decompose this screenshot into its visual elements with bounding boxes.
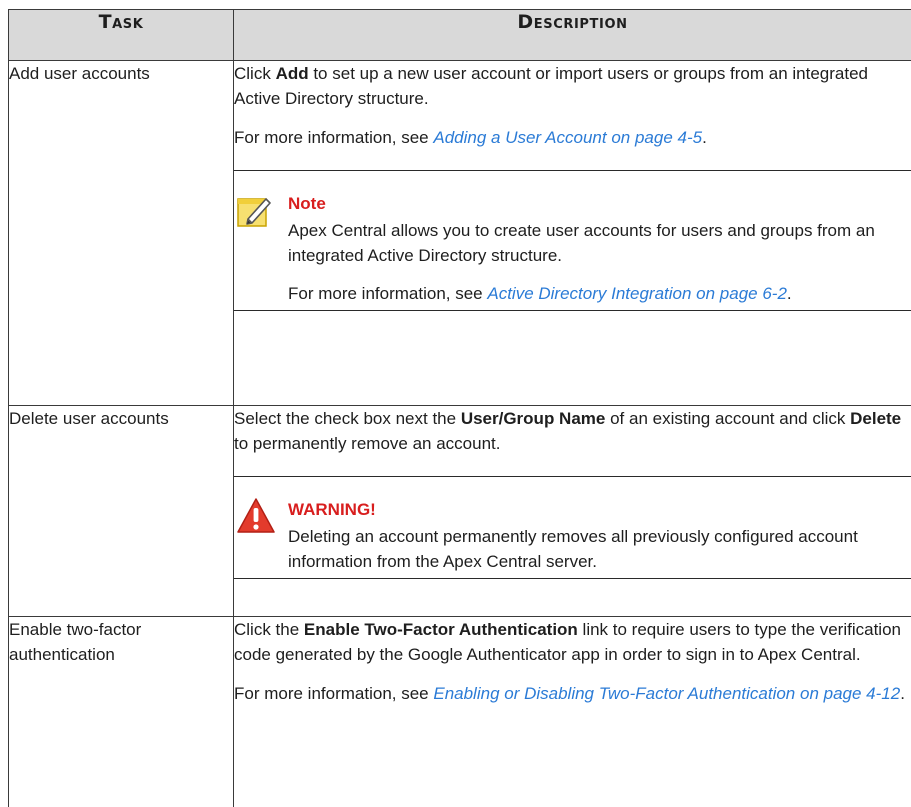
description-text: Click the Enable Two-Factor Authenticati…: [234, 617, 911, 667]
description-text: Select the check box next the User/Group…: [234, 406, 911, 456]
note-body: Apex Central allows you to create user a…: [288, 218, 901, 268]
description-cell: Click Add to set up a new user account o…: [234, 61, 911, 406]
warning-body: Deleting an account permanently removes …: [288, 524, 901, 574]
table-row: Enable two-factor authentication Click t…: [9, 617, 911, 807]
warning-exclamation-icon: [236, 497, 276, 542]
warning-callout: WARNING! Deleting an account permanently…: [234, 476, 911, 579]
table-row: Delete user accounts Select the check bo…: [9, 406, 911, 617]
column-header-task: Task: [9, 10, 234, 61]
more-info-text: For more information, see Adding a User …: [234, 125, 911, 150]
task-description-table: Task Description Add user accounts Click…: [8, 9, 911, 807]
note-title: Note: [288, 191, 901, 216]
task-cell: Delete user accounts: [9, 406, 234, 617]
table-header-row: Task Description: [9, 10, 911, 61]
note-callout: Note Apex Central allows you to create u…: [234, 170, 911, 311]
table-row: Add user accounts Click Add to set up a …: [9, 61, 911, 406]
xref-link-active-directory[interactable]: Active Directory Integration on page 6-2: [487, 284, 787, 303]
xref-link-two-factor[interactable]: Enabling or Disabling Two-Factor Authent…: [433, 684, 900, 703]
note-more-info: For more information, see Active Directo…: [288, 281, 901, 306]
note-pencil-icon: [236, 193, 272, 236]
xref-link-adding-user-account[interactable]: Adding a User Account on page 4-5: [433, 128, 702, 147]
task-cell: Add user accounts: [9, 61, 234, 406]
column-header-description: Description: [234, 10, 911, 61]
warning-title: WARNING!: [288, 497, 901, 522]
description-cell: Click the Enable Two-Factor Authenticati…: [234, 617, 911, 807]
description-text: Click Add to set up a new user account o…: [234, 61, 911, 111]
more-info-text: For more information, see Enabling or Di…: [234, 681, 911, 706]
description-cell: Select the check box next the User/Group…: [234, 406, 911, 617]
task-cell: Enable two-factor authentication: [9, 617, 234, 807]
